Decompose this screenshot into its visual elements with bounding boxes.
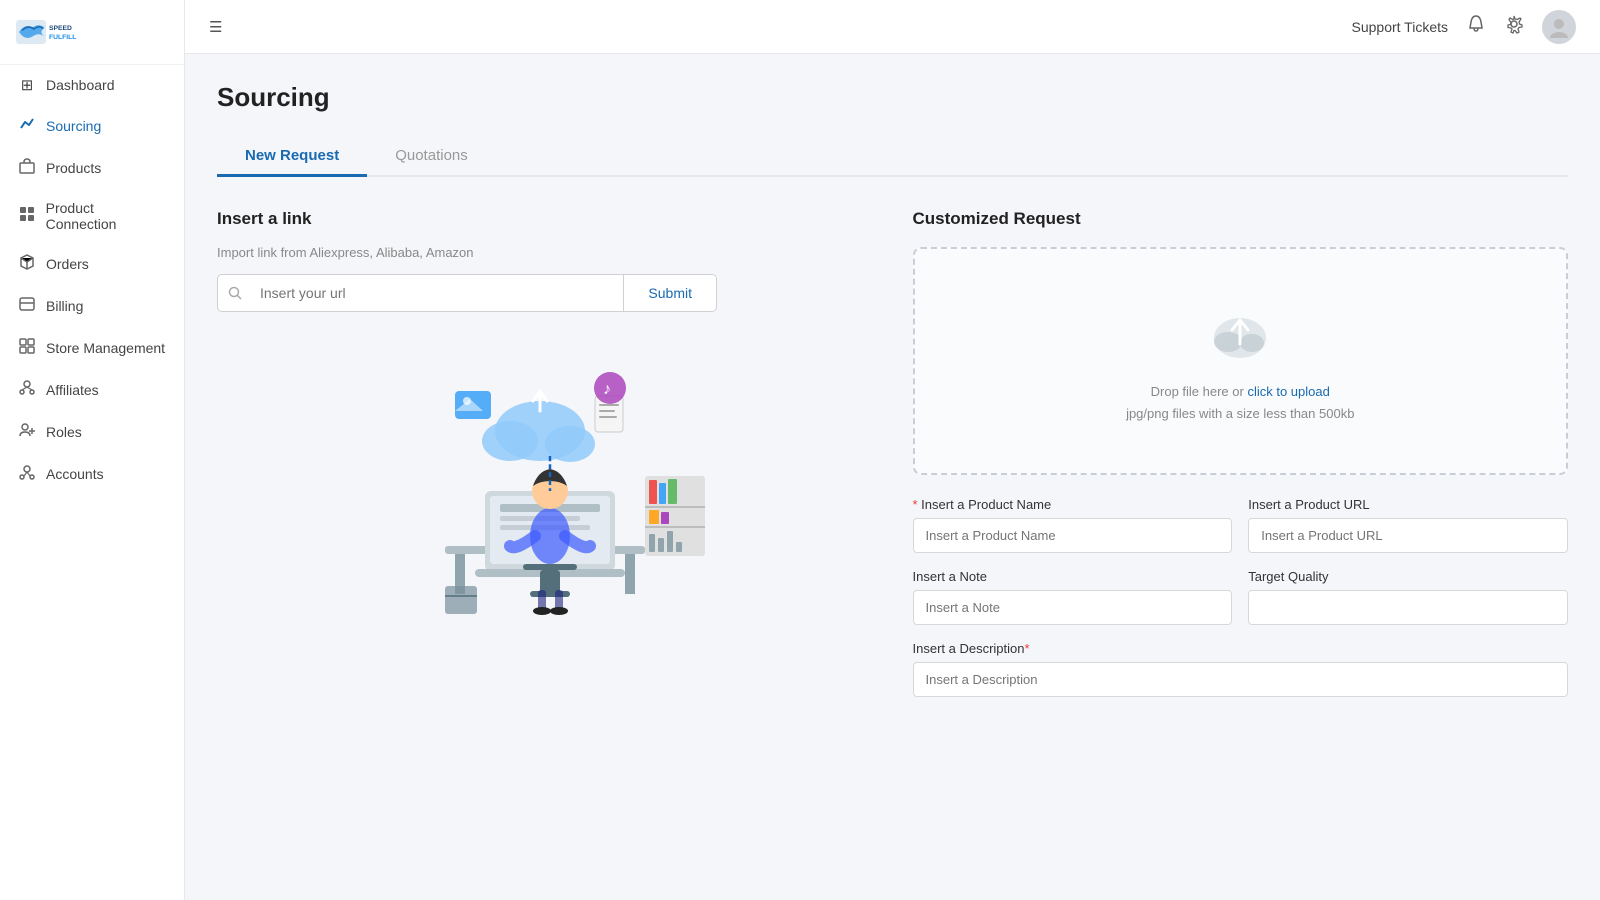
description-group: Insert a Description* <box>913 641 1569 697</box>
quality-label: Target Quality <box>1248 569 1568 584</box>
billing-icon <box>18 296 36 316</box>
tab-quotations[interactable]: Quotations <box>367 137 496 177</box>
roles-icon <box>18 422 36 442</box>
sidebar-item-label: Orders <box>46 256 89 272</box>
sidebar-item-sourcing[interactable]: Sourcing <box>0 105 184 147</box>
product-connection-icon <box>18 206 36 226</box>
upload-illustration: ♪ <box>355 336 735 616</box>
affiliates-icon <box>18 380 36 400</box>
note-group: Insert a Note <box>913 569 1233 625</box>
nav-list: ⊞ Dashboard Sourcing Products Product Co… <box>0 65 184 495</box>
notification-icon[interactable] <box>1466 14 1486 39</box>
product-url-group: Insert a Product URL <box>1248 497 1568 553</box>
logo-area: SPEED FULFILL <box>0 0 184 65</box>
sidebar-item-label: Store Management <box>46 340 165 356</box>
product-url-input[interactable] <box>1248 518 1568 553</box>
url-input-row: Submit <box>217 274 717 312</box>
sidebar-item-roles[interactable]: Roles <box>0 411 184 453</box>
tabs: New Request Quotations <box>217 137 1568 177</box>
dashboard-icon: ⊞ <box>18 76 36 94</box>
settings-icon[interactable] <box>1504 14 1524 39</box>
url-input[interactable] <box>252 275 623 311</box>
product-name-label: * Insert a Product Name <box>913 497 1233 512</box>
illustration: ♪ <box>217 336 873 616</box>
note-input[interactable] <box>913 590 1233 625</box>
helper-text: Import link from Aliexpress, Alibaba, Am… <box>217 245 873 260</box>
sidebar-item-label: Roles <box>46 424 82 440</box>
hamburger-icon: ☰ <box>209 19 222 36</box>
submit-button[interactable]: Submit <box>623 275 716 311</box>
upload-icon <box>1208 300 1272 364</box>
sidebar-item-product-connection[interactable]: Product Connection <box>0 189 184 243</box>
sidebar-item-label: Sourcing <box>46 118 101 134</box>
upload-icon-wrap <box>1205 297 1275 367</box>
logo: SPEED FULFILL <box>16 14 106 50</box>
products-icon <box>18 158 36 178</box>
quality-input[interactable]: High Quality <box>1248 590 1568 625</box>
main-content: Insert a link Import link from Aliexpres… <box>217 209 1568 713</box>
sidebar-item-affiliates[interactable]: Affiliates <box>0 369 184 411</box>
menu-toggle-button[interactable]: ☰ <box>209 18 222 36</box>
sidebar: SPEED FULFILL ⊞ Dashboard Sourcing Produ… <box>0 0 185 900</box>
topbar-left: ☰ <box>209 18 222 36</box>
sidebar-item-label: Product Connection <box>46 200 166 232</box>
page-title: Sourcing <box>217 82 1568 113</box>
main-panel: ☰ Support Tickets Sourcing New Request Q… <box>185 0 1600 900</box>
content-area: Sourcing New Request Quotations Insert a… <box>185 54 1600 900</box>
svg-text:FULFILL: FULFILL <box>49 34 76 41</box>
sourcing-icon <box>18 116 36 136</box>
support-tickets-link[interactable]: Support Tickets <box>1352 19 1449 35</box>
sidebar-item-billing[interactable]: Billing <box>0 285 184 327</box>
store-management-icon <box>18 338 36 358</box>
sidebar-item-accounts[interactable]: Accounts <box>0 453 184 495</box>
sidebar-item-label: Products <box>46 160 101 176</box>
note-label: Insert a Note <box>913 569 1233 584</box>
required-star: * <box>913 497 922 512</box>
sidebar-item-label: Accounts <box>46 466 104 482</box>
user-avatar[interactable] <box>1542 10 1576 44</box>
insert-link-title: Insert a link <box>217 209 873 229</box>
required-star-desc: * <box>1025 641 1030 656</box>
sidebar-item-label: Billing <box>46 298 83 314</box>
form-row-2: Insert a Note Target Quality High Qualit… <box>913 569 1569 625</box>
search-icon <box>218 275 252 311</box>
accounts-icon <box>18 464 36 484</box>
product-url-label: Insert a Product URL <box>1248 497 1568 512</box>
product-name-input[interactable] <box>913 518 1233 553</box>
customized-request-title: Customized Request <box>913 209 1569 229</box>
svg-text:♪: ♪ <box>603 381 611 398</box>
sidebar-item-orders[interactable]: Orders <box>0 243 184 285</box>
tab-new-request[interactable]: New Request <box>217 137 367 177</box>
sidebar-item-dashboard[interactable]: ⊞ Dashboard <box>0 65 184 105</box>
sidebar-item-store-management[interactable]: Store Management <box>0 327 184 369</box>
sidebar-item-label: Affiliates <box>46 382 99 398</box>
description-input[interactable] <box>913 662 1569 697</box>
form-row-3: Insert a Description* <box>913 641 1569 697</box>
right-panel: Customized Request D <box>913 209 1569 713</box>
left-panel: Insert a link Import link from Aliexpres… <box>217 209 873 713</box>
topbar-right: Support Tickets <box>1352 10 1577 44</box>
svg-text:SPEED: SPEED <box>49 25 72 32</box>
topbar: ☰ Support Tickets <box>185 0 1600 54</box>
format-text: jpg/png files with a size less than 500k… <box>1126 406 1354 421</box>
orders-icon <box>18 254 36 274</box>
upload-instructions: Drop file here or click to upload jpg/pn… <box>1126 381 1354 425</box>
drop-text: Drop file here or <box>1151 384 1248 399</box>
upload-area[interactable]: Drop file here or click to upload jpg/pn… <box>913 247 1569 475</box>
product-name-group: * Insert a Product Name <box>913 497 1233 553</box>
quality-group: Target Quality High Quality <box>1248 569 1568 625</box>
click-to-upload-link[interactable]: click to upload <box>1247 384 1329 399</box>
sidebar-item-products[interactable]: Products <box>0 147 184 189</box>
sidebar-item-label: Dashboard <box>46 77 115 93</box>
form-row-1: * Insert a Product Name Insert a Product… <box>913 497 1569 553</box>
description-label: Insert a Description* <box>913 641 1569 656</box>
